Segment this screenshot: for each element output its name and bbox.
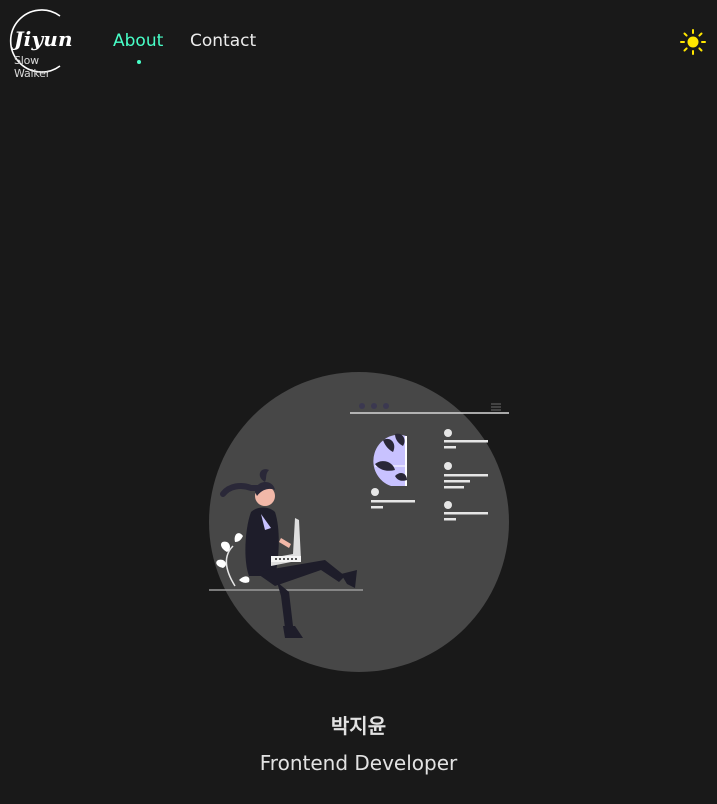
profile-role: Frontend Developer — [259, 751, 458, 775]
logo[interactable]: Jiyun Slow Walker — [2, 8, 78, 80]
nav-item-contact[interactable]: Contact — [190, 31, 256, 51]
site-header: Jiyun Slow Walker About Contact — [0, 0, 717, 90]
logo-title: Jiyun — [14, 27, 73, 51]
sun-icon — [680, 29, 706, 55]
hero-illustration — [205, 370, 515, 680]
logo-subtitle: Slow Walker — [14, 54, 51, 80]
nav-item-about[interactable]: About — [113, 31, 163, 51]
theme-toggle-button[interactable] — [679, 28, 707, 56]
developer-illustration — [209, 372, 509, 672]
active-indicator-dot — [137, 60, 141, 64]
profile-name: 박지윤 — [330, 714, 387, 738]
